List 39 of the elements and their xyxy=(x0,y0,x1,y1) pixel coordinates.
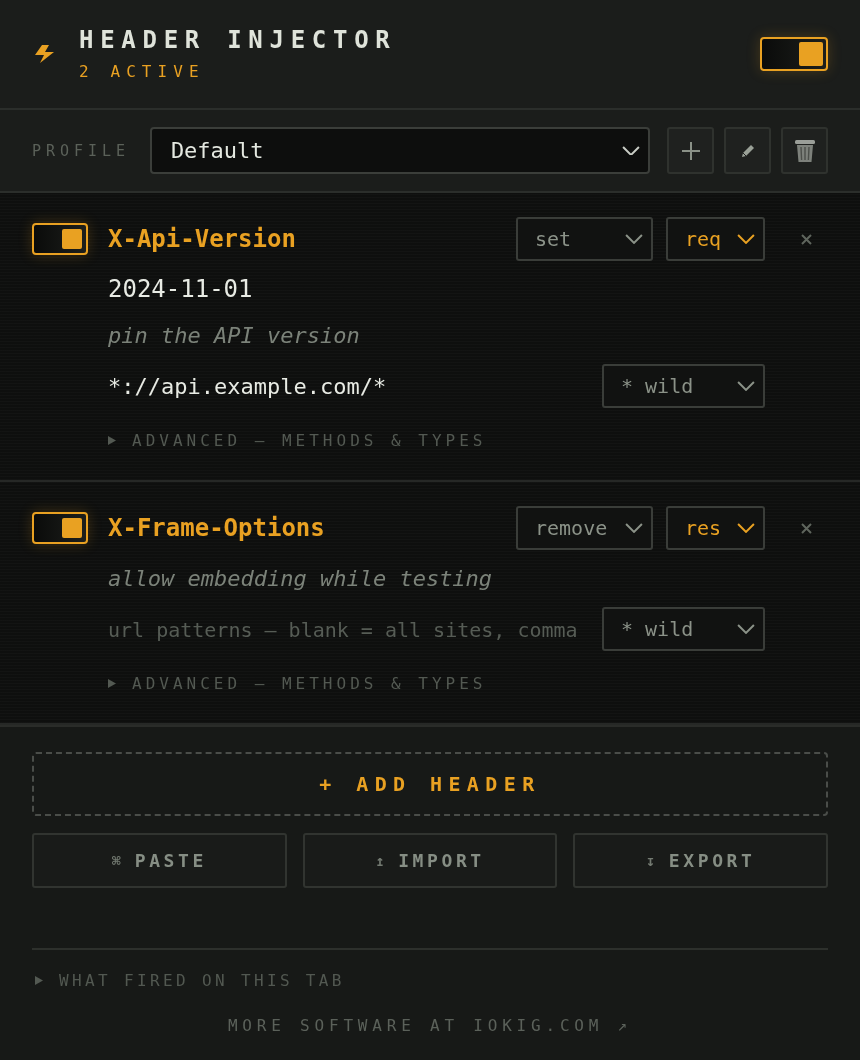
app-title: HEADER INJECTOR xyxy=(79,25,398,55)
chevron-icon xyxy=(737,523,755,533)
profile-select[interactable]: Default xyxy=(149,127,650,174)
chevron-icon xyxy=(737,624,755,634)
action-button[interactable]: ↧ EXPORT xyxy=(573,833,828,888)
action-button[interactable]: ⌘ PASTE xyxy=(32,833,287,888)
profile-label: PROFILE xyxy=(32,141,130,160)
add-header-button[interactable]: + ADD HEADER xyxy=(32,752,828,816)
operation-select[interactable]: remove xyxy=(516,506,653,550)
url-pattern-input[interactable]: url patterns — blank = all sites, comma xyxy=(108,609,591,649)
close-icon xyxy=(801,522,812,534)
chevron-icon xyxy=(622,145,640,156)
header-name: X-Api-Version xyxy=(108,225,297,253)
comment-input[interactable]: allow embedding while testing xyxy=(108,560,765,596)
plus-icon xyxy=(681,141,700,160)
comment-input[interactable]: pin the API version xyxy=(108,317,765,353)
url-pattern-input[interactable]: *://api.example.com/* xyxy=(108,366,591,406)
header-name: X-Frame-Options xyxy=(108,514,326,542)
value-input[interactable]: 2024-11-01 xyxy=(108,271,765,307)
chevron-icon xyxy=(625,234,643,244)
chevron-icon xyxy=(737,381,755,391)
delete-profile-button[interactable] xyxy=(781,127,828,174)
operation-select[interactable]: set xyxy=(516,217,653,261)
close-icon xyxy=(801,233,812,245)
toggle-switch[interactable] xyxy=(760,37,828,71)
match-mode-select[interactable]: * wild xyxy=(602,364,765,408)
add-profile-button[interactable] xyxy=(667,127,714,174)
action-button[interactable]: ↥ IMPORT xyxy=(302,833,558,888)
pencil-icon xyxy=(740,143,755,158)
chevron-icon xyxy=(625,523,643,533)
direction-select[interactable]: res xyxy=(666,506,765,550)
toggle-switch[interactable] xyxy=(32,223,88,255)
active-count: 2 ACTIVE xyxy=(79,61,206,83)
match-mode-select[interactable]: * wild xyxy=(602,607,765,651)
trash-icon xyxy=(793,138,816,163)
chevron-icon xyxy=(737,234,755,244)
toggle-switch[interactable] xyxy=(32,512,88,544)
direction-select[interactable]: req xyxy=(666,217,765,261)
rename-profile-button[interactable] xyxy=(724,127,771,174)
